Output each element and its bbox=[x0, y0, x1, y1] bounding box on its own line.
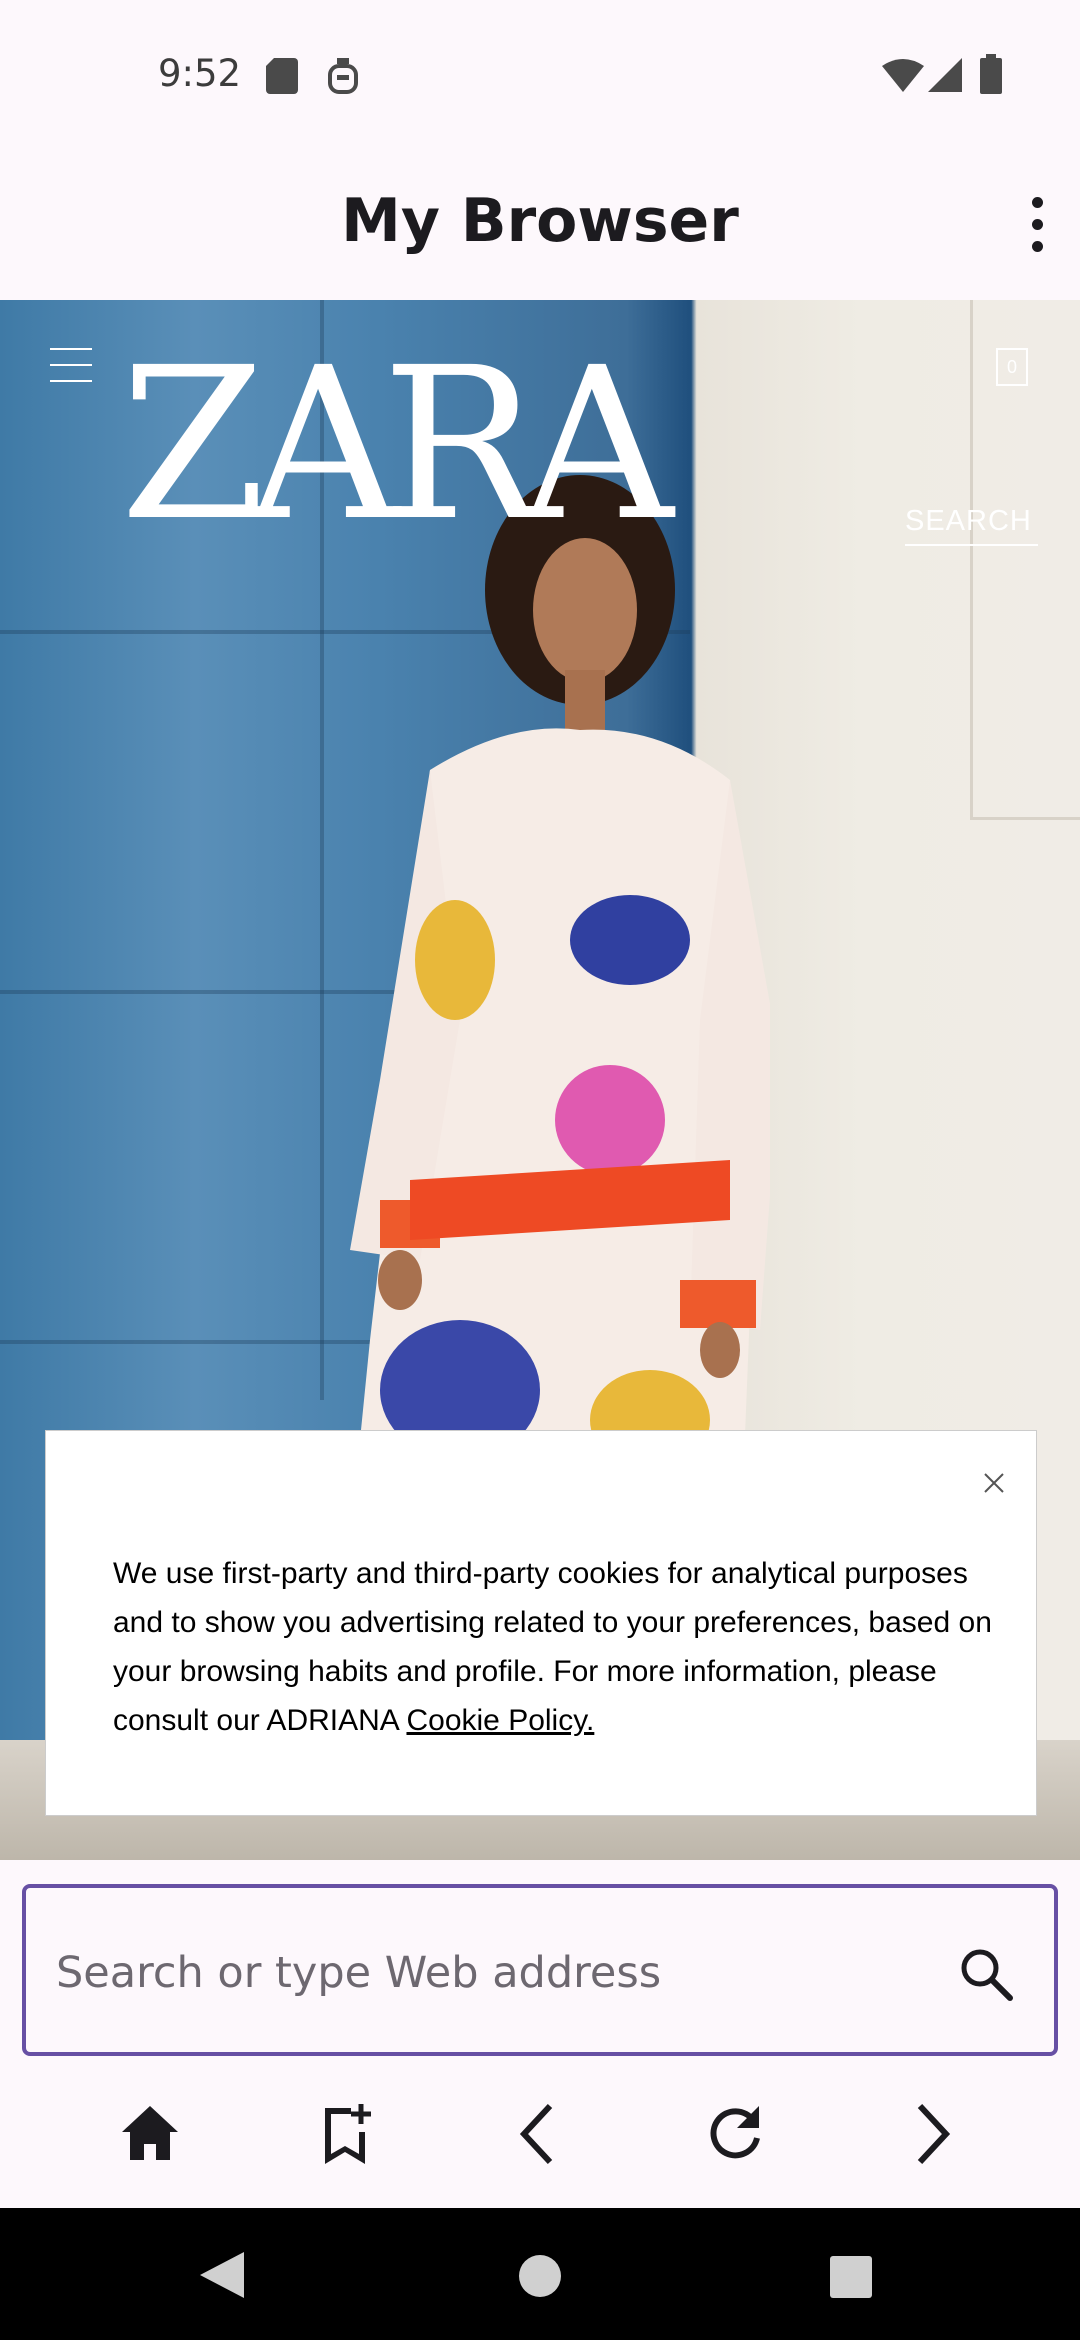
cookie-banner: We use first-party and third-party cooki… bbox=[45, 1430, 1037, 1816]
wifi-icon bbox=[882, 59, 924, 92]
reload-icon[interactable] bbox=[695, 2094, 775, 2174]
address-bar-area bbox=[0, 1860, 1080, 2060]
assistant-icon bbox=[328, 58, 358, 94]
site-search-link[interactable]: SEARCH bbox=[905, 505, 1038, 546]
cookie-policy-link[interactable]: Cookie Policy. bbox=[406, 1704, 594, 1737]
bookmark-add-icon[interactable] bbox=[305, 2094, 385, 2174]
status-bar: 9:52 bbox=[0, 0, 1080, 150]
hamburger-menu-icon[interactable] bbox=[50, 348, 92, 382]
home-icon[interactable] bbox=[110, 2094, 190, 2174]
battery-icon bbox=[980, 54, 1002, 94]
brand-logo[interactable]: ZARA bbox=[120, 340, 673, 550]
cookie-text: We use first-party and third-party cooki… bbox=[113, 1549, 1003, 1745]
cell-signal-icon bbox=[928, 58, 962, 92]
browser-toolbar bbox=[0, 2060, 1080, 2208]
sd-card-icon bbox=[266, 58, 298, 94]
back-icon[interactable] bbox=[500, 2094, 580, 2174]
search-icon[interactable] bbox=[956, 1944, 1016, 2004]
shopping-bag-icon[interactable]: 0 bbox=[996, 348, 1028, 386]
close-icon[interactable] bbox=[982, 1471, 1006, 1495]
address-input[interactable] bbox=[56, 1938, 936, 2008]
address-bar bbox=[22, 1884, 1058, 2056]
nav-recents-icon[interactable] bbox=[830, 2256, 872, 2298]
more-vert-icon[interactable] bbox=[1018, 195, 1058, 255]
nav-back-icon[interactable] bbox=[200, 2252, 248, 2298]
webview: ZARA 0 SEARCH We use first-party and thi… bbox=[0, 300, 1080, 1860]
system-nav-bar bbox=[0, 2208, 1080, 2340]
status-time: 9:52 bbox=[158, 52, 242, 95]
nav-home-icon[interactable] bbox=[518, 2254, 562, 2298]
app-bar: My Browser bbox=[0, 150, 1080, 300]
forward-icon[interactable] bbox=[890, 2094, 970, 2174]
app-title: My Browser bbox=[341, 186, 739, 256]
